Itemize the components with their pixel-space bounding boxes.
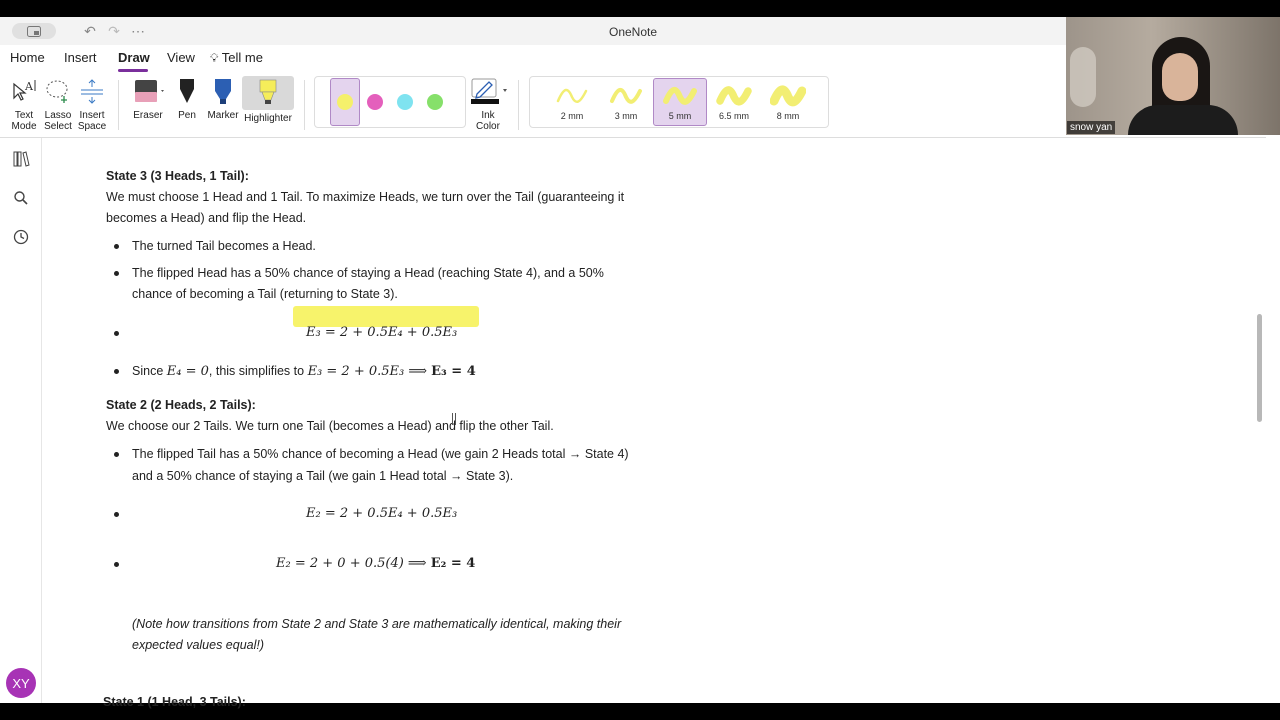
- user-avatar[interactable]: XY: [6, 668, 36, 698]
- state2-heading: State 2 (2 Heads, 2 Tails):: [106, 398, 256, 412]
- bullet-dot: [114, 512, 119, 517]
- webcam-fan: [1070, 47, 1096, 107]
- bullet-dot: [114, 369, 119, 374]
- state1-heading: State 1 (1 Head, 3 Tails):: [103, 695, 246, 709]
- state2-equation2: E₂ = 2 + 0 + 0.5(4) ⟹ E₂ = 4: [276, 556, 475, 571]
- state3-equation: E₃ = 2 + 0.5E₄ + 0.5E₃: [306, 325, 458, 340]
- e3-result: E₃ = 4: [431, 364, 476, 379]
- webcam-overlay: snow yan: [1066, 17, 1280, 135]
- state3-since-line: Since E₄ = 0, this simplifies to E₃ = 2 …: [132, 364, 476, 379]
- text-cursor: [452, 413, 456, 425]
- state2-bullet1-line1: The flipped Tail has a 50% chance of bec…: [132, 447, 629, 461]
- state2-bullet1-line2: and a 50% chance of staying a Tail (we g…: [132, 469, 514, 483]
- bullet-dot: [114, 331, 119, 336]
- bullet-dot: [114, 244, 119, 249]
- e2-expression: E₂ = 2 + 0 + 0.5(4) ⟹: [276, 556, 431, 571]
- webcam-person-body: [1128, 105, 1238, 135]
- webcam-name-label: snow yan: [1067, 121, 1116, 134]
- e4-expression: E₄ = 0: [166, 364, 209, 379]
- since-text: Since: [132, 364, 164, 378]
- bullet-dot: [114, 562, 119, 567]
- bullet-dot: [114, 452, 119, 457]
- state3-bullet2-line2: chance of becoming a Tail (returning to …: [132, 287, 398, 301]
- state3-heading: State 3 (3 Heads, 1 Tail):: [106, 169, 249, 183]
- e3-simplified-expression: E₃ = 2 + 0.5E₃ ⟹: [307, 364, 432, 379]
- e2-result: E₂ = 4: [430, 556, 476, 571]
- bullet-dot: [114, 271, 119, 276]
- webcam-person-face: [1162, 53, 1198, 101]
- simplifies-text: , this simplifies to: [208, 364, 305, 378]
- state2-intro: We choose our 2 Tails. We turn one Tail …: [106, 419, 554, 433]
- state2-equation1: E₂ = 2 + 0.5E₄ + 0.5E₃: [306, 506, 458, 521]
- yellow-highlight-stroke: [293, 306, 479, 327]
- state3-bullet2-line1: The flipped Head has a 50% chance of sta…: [132, 266, 604, 280]
- state3-intro-line2: becomes a Head) and flip the Head.: [106, 211, 307, 225]
- state3-bullet1: The turned Tail becomes a Head.: [132, 239, 316, 253]
- state3-intro-line1: We must choose 1 Head and 1 Tail. To max…: [106, 190, 625, 204]
- note-line1: (Note how transitions from State 2 and S…: [132, 617, 622, 631]
- note-line2: expected values equal!): [132, 638, 265, 652]
